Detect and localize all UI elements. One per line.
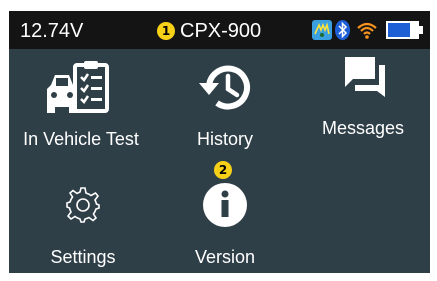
menu-label-in-vehicle-test: In Vehicle Test — [23, 129, 139, 149]
status-bar: 12.74V 1 CPX-900 — [9, 11, 430, 49]
history-icon — [199, 65, 250, 110]
menu-item-in-vehicle-test[interactable]: In Vehicle Test — [9, 53, 159, 153]
status-icons — [312, 18, 427, 42]
voltage-readout: 12.74V — [20, 20, 84, 42]
callout-badge-1: 1 — [157, 22, 175, 40]
menu-item-settings[interactable]: Settings — [9, 177, 159, 273]
device-model: CPX-900 — [180, 20, 262, 42]
info-icon — [203, 183, 247, 227]
gear-icon — [66, 187, 100, 223]
menu-label-settings: Settings — [50, 247, 116, 267]
vehicle-test-icon — [47, 61, 109, 113]
menu-item-messages[interactable]: Messages — [289, 53, 430, 153]
device-screen: 12.74V 1 CPX-900 In Vehicle Test History… — [9, 11, 430, 273]
menu-item-history[interactable]: History — [149, 53, 299, 153]
wifi-icon — [357, 22, 377, 39]
vehicle-link-icon — [312, 20, 332, 40]
callout-badge-2: 2 — [214, 161, 232, 179]
menu-label-messages: Messages — [321, 118, 405, 138]
menu-label-version: Version — [194, 247, 256, 267]
menu-item-version[interactable]: Version — [149, 177, 299, 273]
menu-label-history: History — [196, 129, 253, 149]
bluetooth-icon — [335, 20, 350, 40]
battery-icon — [386, 21, 423, 39]
messages-icon — [345, 57, 385, 97]
